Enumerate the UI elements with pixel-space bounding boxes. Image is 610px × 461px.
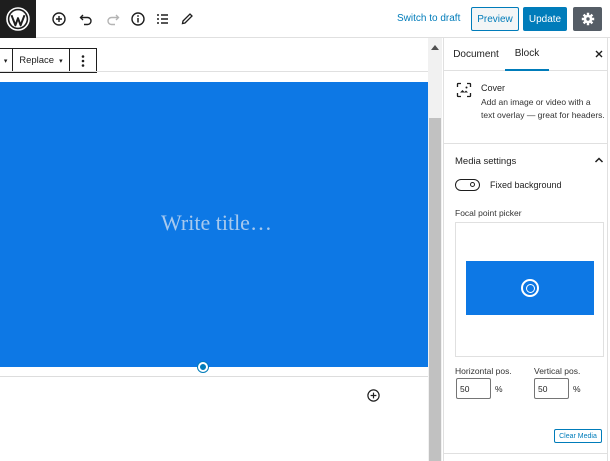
settings-sidebar: Document Block Cover Add an image or vid… bbox=[443, 38, 610, 461]
block-divider bbox=[0, 376, 428, 377]
block-card: Cover Add an image or video with a text … bbox=[444, 72, 610, 144]
scroll-up-arrow-icon[interactable] bbox=[428, 42, 442, 52]
wordpress-logo-icon[interactable] bbox=[0, 0, 36, 38]
horizontal-unit: % bbox=[495, 384, 503, 394]
media-settings-title: Media settings bbox=[455, 156, 517, 167]
switch-to-draft-link[interactable]: Switch to draft bbox=[397, 13, 460, 24]
block-description: Add an image or video with a text overla… bbox=[481, 97, 605, 120]
horizontal-pos-input[interactable]: 50 bbox=[456, 378, 491, 399]
tab-block[interactable]: Block bbox=[505, 38, 549, 71]
toolbar-divider bbox=[0, 71, 428, 72]
list-view-icon[interactable] bbox=[152, 9, 172, 29]
cover-block[interactable]: Write title… bbox=[0, 82, 428, 367]
tab-document[interactable]: Document bbox=[451, 38, 501, 71]
add-block-appender-icon[interactable] bbox=[366, 388, 380, 402]
media-settings-panel-header[interactable]: Media settings bbox=[444, 145, 610, 175]
cover-title-placeholder[interactable]: Write title… bbox=[161, 210, 272, 236]
info-icon[interactable] bbox=[128, 9, 148, 29]
focal-point-preview-image bbox=[466, 261, 594, 315]
settings-button[interactable] bbox=[573, 7, 602, 31]
preview-button[interactable]: Preview bbox=[471, 7, 519, 31]
vertical-unit: % bbox=[573, 384, 581, 394]
focal-point-picker[interactable] bbox=[455, 222, 604, 357]
vertical-pos-label: Vertical pos. bbox=[534, 366, 581, 376]
editor-canvas: ▾ Replace ▾ Write title… bbox=[0, 38, 428, 461]
gear-icon bbox=[581, 12, 594, 26]
cover-block-icon bbox=[456, 82, 472, 98]
focal-point-label: Focal point picker bbox=[455, 208, 522, 218]
fixed-background-label: Fixed background bbox=[490, 180, 562, 190]
undo-icon[interactable] bbox=[76, 9, 96, 29]
chevron-up-icon bbox=[594, 157, 604, 163]
edit-pencil-icon[interactable] bbox=[177, 9, 197, 29]
focal-point-handle-inner bbox=[525, 283, 535, 293]
update-button[interactable]: Update bbox=[523, 7, 567, 31]
panel-divider bbox=[444, 453, 610, 454]
clear-media-button[interactable]: Clear Media bbox=[554, 429, 602, 443]
toggle-knob bbox=[470, 182, 475, 187]
fixed-background-toggle[interactable] bbox=[455, 179, 480, 191]
scrollbar-thumb[interactable] bbox=[429, 118, 441, 461]
horizontal-pos-label: Horizontal pos. bbox=[455, 366, 512, 376]
top-toolbar: Switch to draft Preview Update bbox=[0, 0, 610, 38]
redo-icon[interactable] bbox=[103, 9, 123, 29]
block-toolbar: ▾ Replace ▾ bbox=[0, 48, 97, 73]
vertical-pos-input[interactable]: 50 bbox=[534, 378, 569, 399]
block-name: Cover bbox=[481, 83, 506, 93]
editor-window: Switch to draft Preview Update ▾ Replace… bbox=[0, 0, 610, 461]
replace-dropdown[interactable]: Replace ▾ bbox=[13, 49, 70, 72]
sidebar-tabs: Document Block bbox=[444, 38, 610, 71]
move-block-arrow-icon[interactable]: ▾ bbox=[0, 49, 14, 72]
close-icon[interactable] bbox=[592, 47, 606, 61]
cover-resize-handle[interactable] bbox=[198, 362, 208, 372]
add-block-icon[interactable] bbox=[49, 9, 69, 29]
focal-point-handle[interactable] bbox=[521, 279, 539, 297]
more-options-icon[interactable] bbox=[70, 49, 96, 72]
chevron-down-icon: ▾ bbox=[59, 57, 63, 65]
editor-scrollbar[interactable] bbox=[428, 38, 442, 461]
replace-label: Replace bbox=[19, 55, 55, 66]
